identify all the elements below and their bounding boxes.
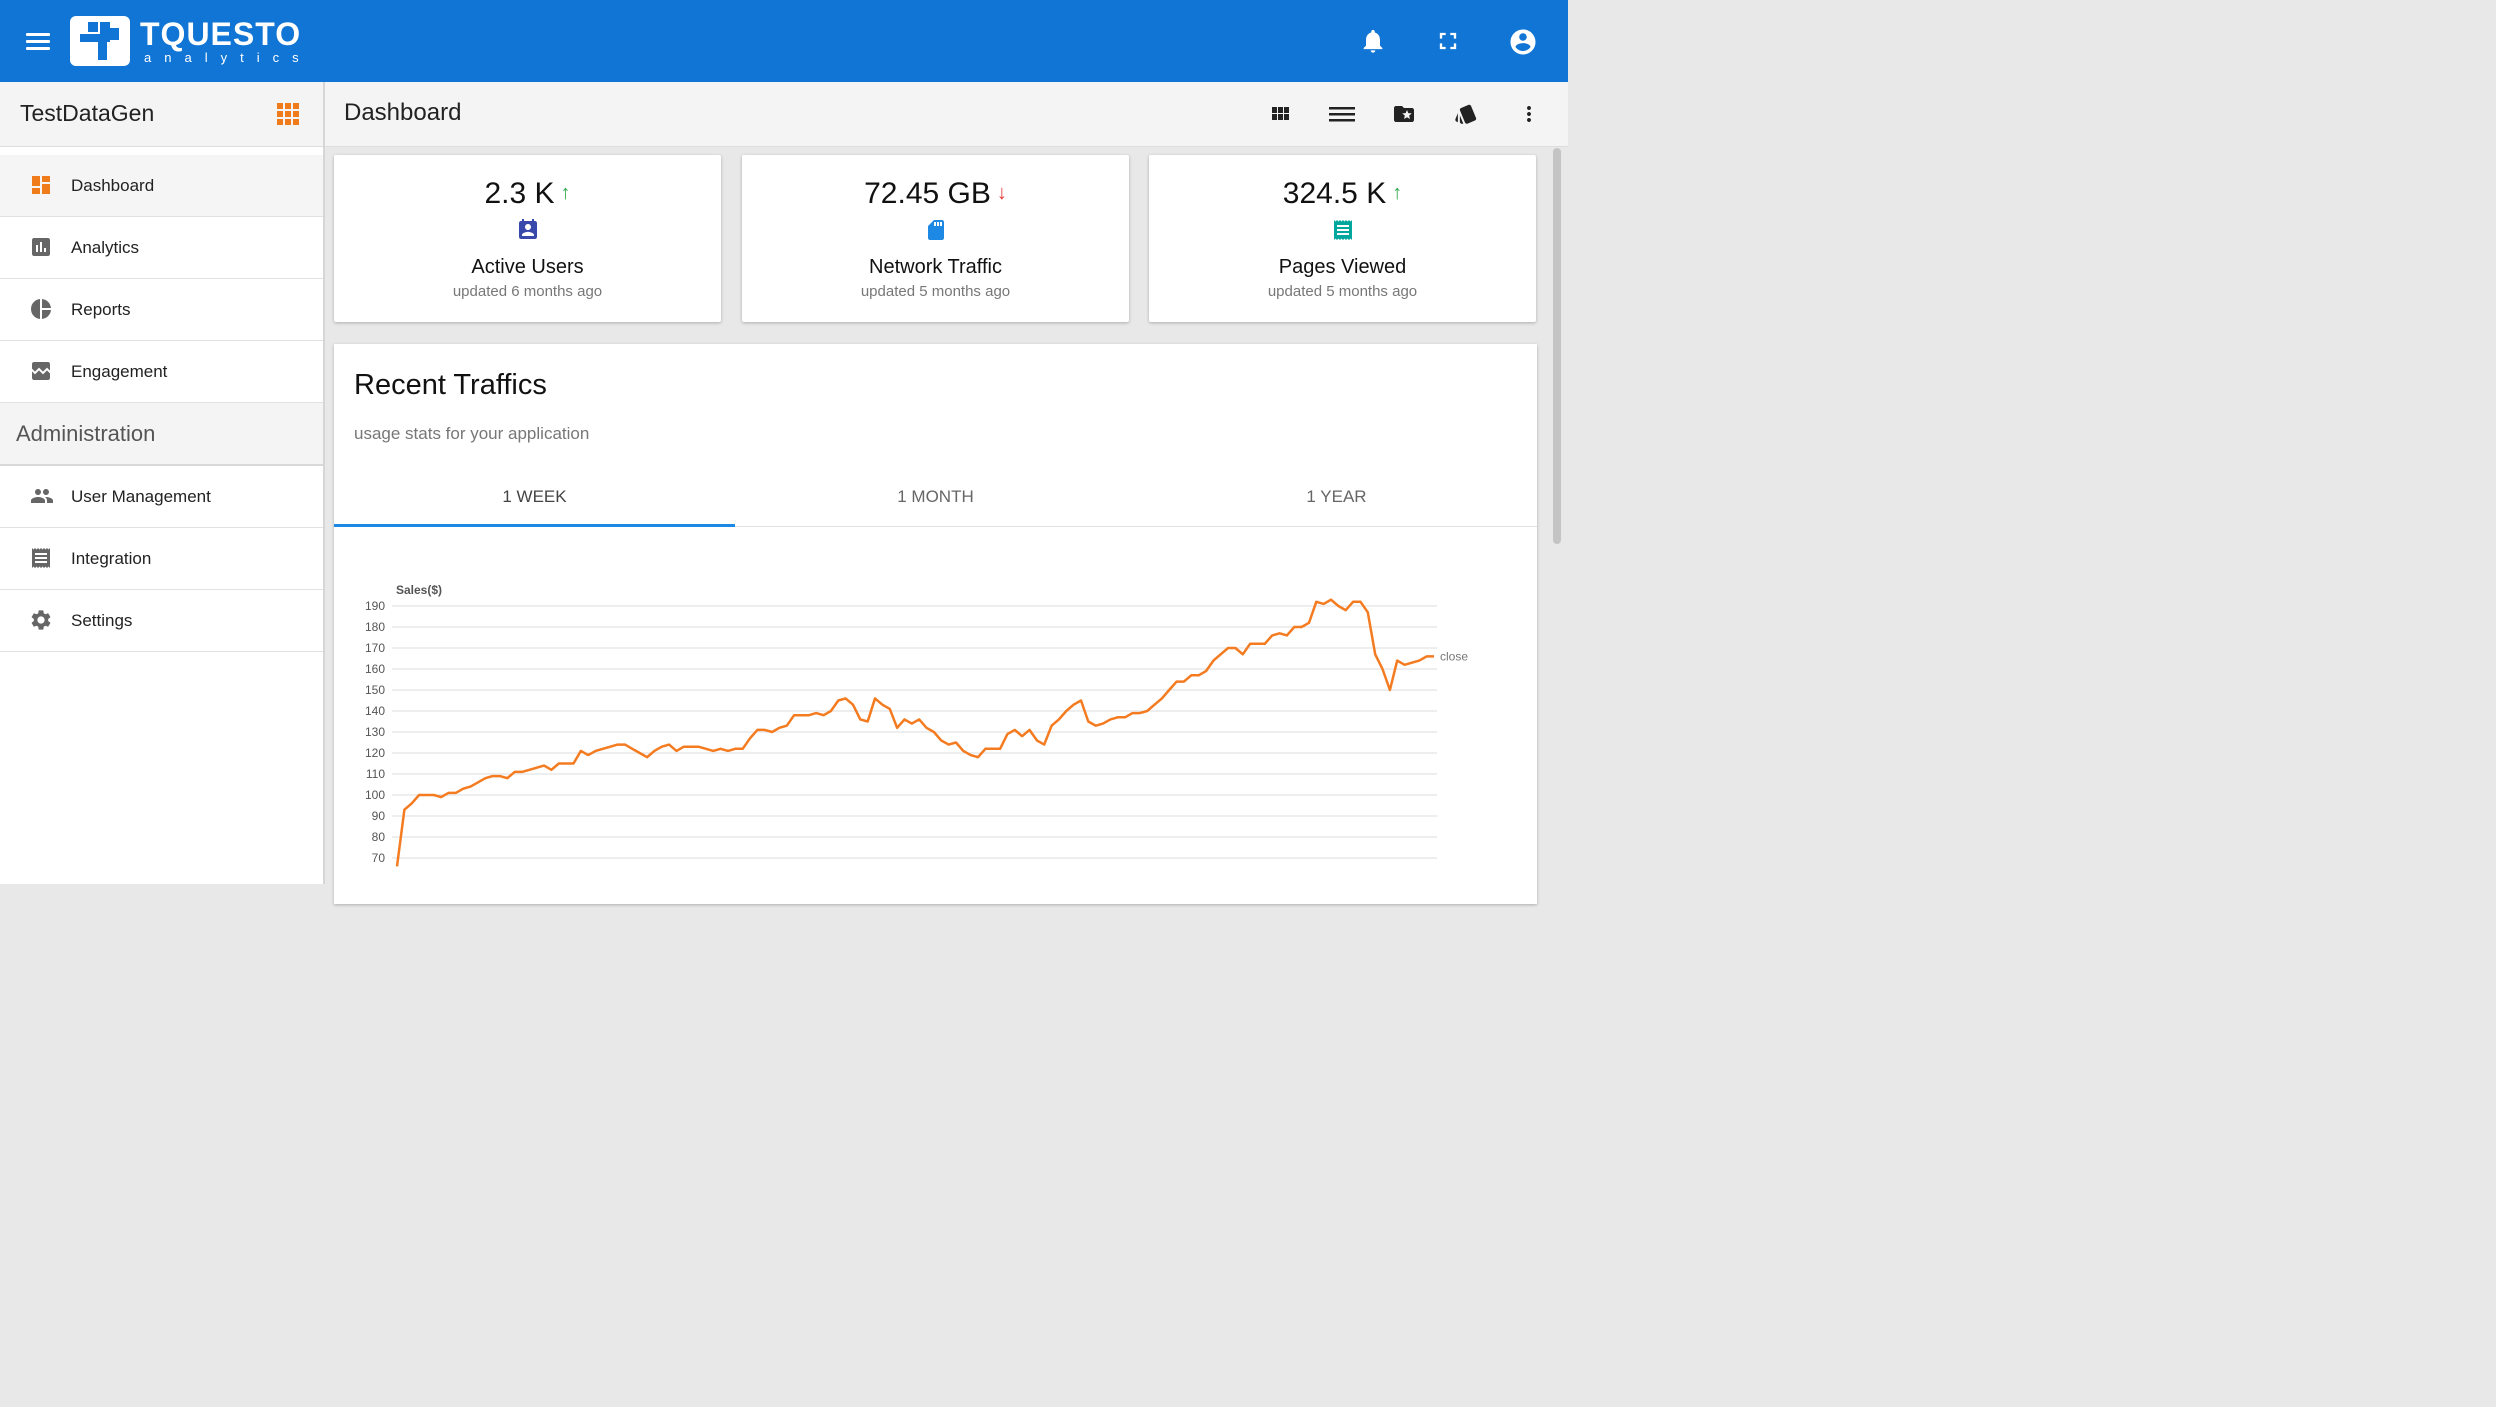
engagement-icon [29,359,53,383]
y-tick-label: 190 [365,599,385,613]
range-tabs: 1 WEEK 1 MONTH 1 YEAR [334,472,1537,527]
series-label: close [1440,649,1468,663]
stat-value: 324.5 K [1282,177,1387,210]
y-tick-label: 140 [365,704,385,718]
account-circle-icon[interactable] [1508,27,1536,55]
top-app-bar: TQUESTO analytics [0,0,1568,82]
menu-icon[interactable] [26,33,50,51]
sidebar-item-user-management[interactable]: User Management [0,466,323,528]
sidebar-section-administration: Administration [0,403,323,466]
sidebar-title: TestDataGen [20,100,155,126]
dashboard-icon [29,173,53,197]
y-tick-label: 70 [372,851,386,865]
y-tick-label: 100 [365,788,385,802]
trend-down-icon: ↓ [996,182,1007,204]
gear-icon [29,608,53,632]
fullscreen-icon[interactable] [1434,27,1462,55]
grid-view-icon[interactable] [1268,102,1292,126]
sd-card-icon [924,217,948,241]
people-icon [29,484,53,508]
sidebar-item-label: Analytics [71,238,140,257]
section-title: Administration [16,421,156,446]
stat-value: 2.3 K [484,177,555,210]
sidebar-item-label: Settings [71,611,133,630]
tab-1-week[interactable]: 1 WEEK [334,472,735,526]
contact-icon [516,217,540,241]
stat-label: Pages Viewed [1278,256,1407,278]
stat-label: Active Users [471,256,584,278]
sidebar-item-settings[interactable]: Settings [0,590,323,652]
stat-updated: updated 5 months ago [1267,283,1418,300]
sidebar-item-label: Integration [71,549,152,568]
stat-label: Network Traffic [869,256,1002,278]
sidebar-header: TestDataGen [0,82,323,147]
stat-card-pages-viewed: 324.5 K ↑ Pages Viewed updated 5 months a… [1149,155,1536,322]
pie-chart-icon [29,297,53,321]
y-tick-label: 80 [372,830,386,844]
logo-tagline: analytics [144,50,312,65]
y-tick-label: 160 [365,662,385,676]
sidebar-item-integration[interactable]: Integration [0,528,323,590]
y-tick-label: 90 [372,809,386,823]
logo-mark [70,16,130,66]
page-title: Dashboard [344,99,462,126]
cards-icon[interactable] [1453,102,1477,126]
trend-up-icon: ↑ [560,182,571,204]
y-tick-label: 150 [365,683,385,697]
stat-updated: updated 5 months ago [860,283,1011,300]
y-tick-label: 130 [365,725,385,739]
stat-updated: updated 6 months ago [452,283,603,300]
sidebar-item-label: User Management [71,487,211,506]
receipt-icon [1331,217,1355,241]
y-tick-label: 110 [366,767,385,781]
scrollbar-thumb[interactable] [1553,148,1561,544]
sidebar-item-label: Engagement [71,362,168,381]
apps-grid-icon[interactable] [277,103,299,125]
sidebar: TestDataGen Dashboard Analytics Reports … [0,82,325,884]
receipt-icon [29,546,53,570]
logo-wordmark: TQUESTO [140,16,302,52]
series-line-close [395,598,1434,867]
tab-1-year[interactable]: 1 YEAR [1136,472,1537,526]
tab-1-month[interactable]: 1 MONTH [735,472,1136,526]
recent-traffics-card: Recent Traffics usage stats for your app… [334,344,1537,904]
more-vert-icon[interactable] [1517,102,1541,126]
stat-card-active-users: 2.3 K ↑ Active Users updated 6 months ago [334,155,721,322]
sidebar-item-label: Dashboard [71,176,155,195]
tab-indicator [334,524,735,527]
sidebar-item-analytics[interactable]: Analytics [0,217,323,279]
sidebar-item-reports[interactable]: Reports [0,279,323,341]
page-scrollbar[interactable] [1552,148,1562,884]
list-view-icon[interactable] [1328,102,1355,126]
y-tick-label: 170 [365,641,385,655]
sidebar-item-engagement[interactable]: Engagement [0,341,323,403]
card-subtitle: usage stats for your application [354,424,590,443]
y-tick-label: 180 [365,620,385,634]
y-tick-label: 120 [365,746,385,760]
analytics-icon [29,235,53,259]
stat-value: 72.45 GB [864,177,991,210]
trend-up-icon: ↑ [1392,182,1403,204]
stat-card-network-traffic: 72.45 GB ↓ Network Traffic updated 5 mont… [742,155,1129,322]
sales-line-chart: Sales($) 190 180 170 160 150 140 130 120 110 100 9… [365,583,1468,867]
notifications-bell-icon[interactable] [1359,27,1387,55]
folder-star-icon[interactable] [1391,102,1415,126]
sidebar-item-dashboard[interactable]: Dashboard [0,155,323,217]
sidebar-item-label: Reports [71,300,131,319]
logo[interactable]: TQUESTO analytics [70,16,312,66]
card-title: Recent Traffics [354,369,547,401]
y-axis-label: Sales($) [396,583,442,597]
page-header: Dashboard [325,82,1568,147]
